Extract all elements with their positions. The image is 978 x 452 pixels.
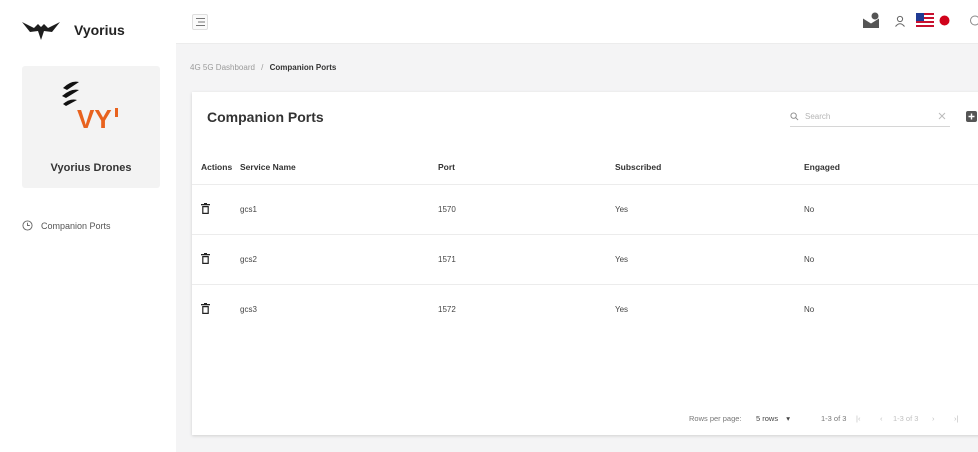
- profile-logo-text: VY: [77, 104, 112, 134]
- first-page-icon[interactable]: |‹: [856, 414, 860, 423]
- engaged-cell: No: [804, 183, 978, 234]
- plus-icon: [968, 113, 975, 120]
- delete-trash-icon[interactable]: [201, 252, 210, 264]
- clear-search-icon[interactable]: [938, 112, 946, 120]
- topbar: [176, 0, 978, 44]
- rows-per-page-label: Rows per page:: [689, 414, 742, 423]
- user-icon[interactable]: [894, 15, 906, 27]
- prev-page-icon[interactable]: ‹: [880, 414, 883, 423]
- subscribed-cell: Yes: [615, 183, 804, 234]
- menu-icon: [195, 18, 205, 26]
- service-name-cell: gcs1: [240, 183, 438, 234]
- profile-card: VY Vyorius Drones: [22, 66, 160, 188]
- delete-trash-icon[interactable]: [201, 302, 210, 314]
- brand[interactable]: Vyorius: [22, 18, 125, 42]
- actions-cell: [192, 183, 240, 234]
- pagination: Rows per page: 5 rows ▾ 1-3 of 3 |‹ ‹ 1-…: [192, 414, 978, 428]
- port-cell: 1571: [438, 233, 615, 284]
- rows-per-page-value: 5 rows: [756, 414, 779, 423]
- page-title: Companion Ports: [207, 109, 324, 125]
- eagle-logo-icon: [22, 22, 60, 40]
- engaged-cell: No: [804, 233, 978, 284]
- search-box: [790, 107, 950, 127]
- mail-badge-icon[interactable]: [862, 12, 880, 30]
- next-page-icon[interactable]: ›: [932, 414, 935, 423]
- subscribed-cell: Yes: [615, 283, 804, 334]
- column-header-port[interactable]: Port: [438, 150, 615, 184]
- page-range-inner-text: 1-3 of 3: [893, 414, 919, 423]
- subscribed-cell: Yes: [615, 233, 804, 284]
- table-row: gcs1 1570 Yes No: [192, 183, 978, 234]
- companion-ports-table: Actions Service Name Port Subscribed Eng…: [192, 150, 978, 334]
- breadcrumb: 4G 5G Dashboard / Companion Ports: [190, 63, 336, 72]
- profile-name: Vyorius Drones: [50, 162, 132, 174]
- sidebar-item-companion-ports[interactable]: Companion Ports: [22, 220, 111, 231]
- rows-per-page-select[interactable]: 5 rows ▾: [756, 414, 790, 423]
- column-header-subscribed[interactable]: Subscribed: [615, 150, 804, 184]
- dropdown-arrow-icon: ▾: [786, 414, 790, 423]
- port-cell: 1572: [438, 283, 615, 334]
- table-row: gcs3 1572 Yes No: [192, 283, 978, 334]
- column-header-actions: Actions: [201, 161, 233, 172]
- menu-toggle-button[interactable]: [192, 14, 208, 30]
- breadcrumb-separator: /: [261, 63, 264, 72]
- actions-cell: [192, 233, 240, 284]
- japan-flag-icon[interactable]: [939, 15, 950, 26]
- column-header-engaged[interactable]: Engaged: [804, 150, 978, 184]
- column-header-service-name[interactable]: Service Name: [240, 150, 438, 184]
- search-icon: [790, 112, 799, 121]
- sidebar-item-label: Companion Ports: [41, 220, 111, 231]
- breadcrumb-current: Companion Ports: [269, 63, 337, 72]
- clock-icon: [22, 220, 33, 231]
- table-header-row: Actions Service Name Port Subscribed Eng…: [192, 150, 978, 184]
- add-port-button[interactable]: [966, 111, 977, 122]
- service-name-cell: gcs3: [240, 283, 438, 334]
- search-input[interactable]: [805, 112, 915, 121]
- us-flag-icon[interactable]: [916, 13, 934, 27]
- delete-trash-icon[interactable]: [201, 202, 210, 214]
- vyorius-drones-logo-icon: VY: [62, 81, 118, 134]
- last-page-icon[interactable]: ›|: [954, 414, 958, 423]
- engaged-cell: No: [804, 283, 978, 334]
- actions-cell: [192, 283, 240, 334]
- breadcrumb-parent[interactable]: 4G 5G Dashboard: [190, 63, 255, 72]
- port-cell: 1570: [438, 183, 615, 234]
- companion-ports-card: Companion Ports Actions Service Name Por…: [192, 92, 978, 435]
- table-row: gcs2 1571 Yes No: [192, 233, 978, 284]
- settings-partial-icon[interactable]: [969, 15, 978, 26]
- brand-name: Vyorius: [74, 22, 125, 38]
- service-name-cell: gcs2: [240, 233, 438, 284]
- sidebar: Vyorius VY Vyorius Drones Companion Port…: [0, 0, 176, 452]
- page-range-text: 1-3 of 3: [821, 414, 847, 423]
